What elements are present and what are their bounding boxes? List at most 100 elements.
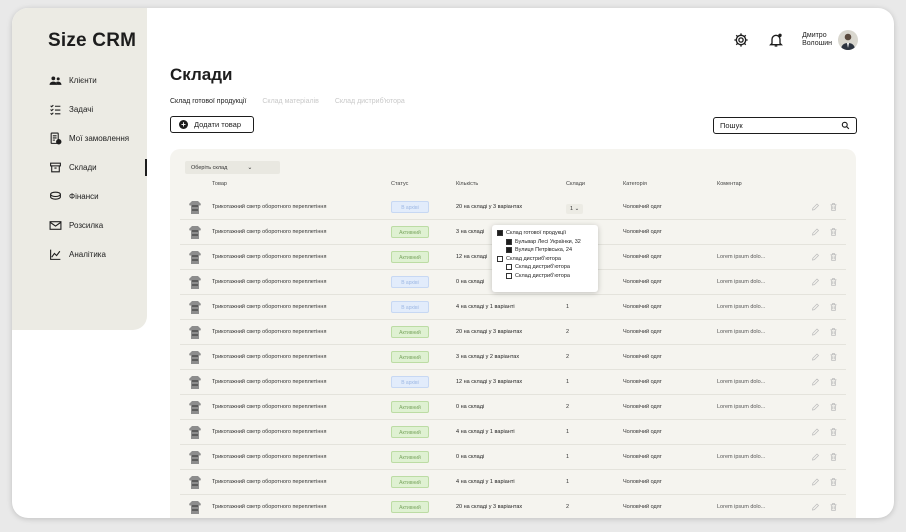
- table-row[interactable]: Трикотажний светр оборотного переплетінн…: [180, 470, 846, 495]
- edit-pencil-icon[interactable]: [811, 402, 820, 412]
- sidebar-item-warehouse[interactable]: Склади: [48, 153, 147, 182]
- tab-materials[interactable]: Склад матеріалів: [262, 98, 318, 105]
- checkbox[interactable]: [506, 238, 512, 245]
- edit-pencil-icon[interactable]: [811, 252, 820, 262]
- checklist-icon: [48, 103, 62, 117]
- delete-trash-icon[interactable]: [829, 327, 838, 337]
- header-product[interactable]: Товар: [212, 181, 227, 187]
- delete-trash-icon[interactable]: [829, 227, 838, 237]
- search-input[interactable]: Пошук: [713, 117, 857, 134]
- table-row[interactable]: Трикотажний светр оборотного переплетінн…: [180, 320, 846, 345]
- product-name[interactable]: Трикотажний светр оборотного переплетінн…: [212, 254, 326, 260]
- checkbox[interactable]: [506, 272, 512, 279]
- edit-pencil-icon[interactable]: [811, 202, 820, 212]
- edit-pencil-icon[interactable]: [811, 327, 820, 337]
- delete-trash-icon[interactable]: [829, 352, 838, 362]
- edit-pencil-icon[interactable]: [811, 302, 820, 312]
- warehouse-filter-option[interactable]: Склад дистриб'ютора: [497, 263, 593, 272]
- warehouse-dropdown[interactable]: 1 ⌄: [566, 204, 584, 214]
- edit-pencil-icon[interactable]: [811, 377, 820, 387]
- option-label: Склад готової продукції: [506, 230, 567, 237]
- product-name[interactable]: Трикотажний светр оборотного переплетінн…: [212, 504, 326, 510]
- status-label: Активний: [391, 251, 429, 263]
- product-name[interactable]: Трикотажний светр оборотного переплетінн…: [212, 479, 326, 485]
- warehouse-filter-option[interactable]: Вулиця Петрівська, 24: [497, 246, 593, 255]
- warehouse-filter-option[interactable]: Склад дистриб'ютора: [497, 255, 593, 264]
- table-row[interactable]: Трикотажний светр оборотного переплетінн…: [180, 445, 846, 470]
- delete-trash-icon[interactable]: [829, 452, 838, 462]
- delete-trash-icon[interactable]: [829, 202, 838, 212]
- comment: Lorem ipsum dolo...: [717, 329, 766, 335]
- table-row[interactable]: Трикотажний светр оборотного переплетінн…: [180, 370, 846, 395]
- quantity: 20 на складі у 3 варіантах: [456, 204, 523, 210]
- header-quantity[interactable]: Кількість: [456, 181, 478, 187]
- mail-icon: [48, 219, 62, 233]
- sidebar-item-orders[interactable]: Мої замовлення: [48, 124, 147, 153]
- product-name[interactable]: Трикотажний светр оборотного переплетінн…: [212, 429, 326, 435]
- table-row[interactable]: Трикотажний светр оборотного переплетінн…: [180, 420, 846, 445]
- table-row[interactable]: Трикотажний светр оборотного переплетінн…: [180, 395, 846, 420]
- warehouse-filter-option[interactable]: Склад готової продукції: [497, 229, 593, 238]
- sidebar-item-mail[interactable]: Розсилка: [48, 211, 147, 240]
- header-comment[interactable]: Коментар: [717, 181, 742, 187]
- header-category[interactable]: Категорія: [623, 181, 647, 187]
- sidebar-item-coins[interactable]: Фінанси: [48, 182, 147, 211]
- sidebar-item-analytics[interactable]: Аналітика: [48, 240, 147, 269]
- tab-finished-goods[interactable]: Склад готової продукції: [170, 98, 246, 105]
- tab-distributor[interactable]: Склад дистриб'ютора: [335, 98, 405, 105]
- product-name[interactable]: Трикотажний светр оборотного переплетінн…: [212, 454, 326, 460]
- edit-pencil-icon[interactable]: [811, 502, 820, 512]
- sidebar: Size CRM Клієнти Задачі Мої замовлення Скла…: [12, 8, 147, 330]
- table-row[interactable]: Трикотажний светр оборотного переплетінн…: [180, 495, 846, 518]
- edit-pencil-icon[interactable]: [811, 352, 820, 362]
- settings-gear-icon[interactable]: [732, 31, 750, 49]
- checkbox[interactable]: [497, 230, 503, 237]
- delete-trash-icon[interactable]: [829, 402, 838, 412]
- search-icon: [841, 121, 850, 130]
- edit-pencil-icon[interactable]: [811, 227, 820, 237]
- table-row[interactable]: Трикотажний светр оборотного переплетінн…: [180, 345, 846, 370]
- delete-trash-icon[interactable]: [829, 377, 838, 387]
- product-name[interactable]: Трикотажний светр оборотного переплетінн…: [212, 279, 326, 285]
- warehouse-filter-option[interactable]: Склад дистриб'ютора: [497, 272, 593, 281]
- sidebar-item-checklist[interactable]: Задачі: [48, 95, 147, 124]
- table-row[interactable]: Трикотажний светр оборотного переплетінн…: [180, 195, 846, 220]
- sidebar-item-users[interactable]: Клієнти: [48, 66, 147, 95]
- checkbox[interactable]: [506, 264, 512, 271]
- product-name[interactable]: Трикотажний светр оборотного переплетінн…: [212, 329, 326, 335]
- checkbox[interactable]: [497, 255, 503, 262]
- sidebar-item-label: Клієнти: [69, 76, 97, 85]
- status-badge: Активний: [391, 401, 429, 413]
- header-status[interactable]: Статус: [391, 181, 408, 187]
- category: Чоловічий одяг: [623, 429, 662, 435]
- product-name[interactable]: Трикотажний светр оборотного переплетінн…: [212, 304, 326, 310]
- checkbox[interactable]: [506, 247, 512, 254]
- chevron-down-icon: ⌄: [247, 165, 253, 171]
- product-name[interactable]: Трикотажний светр оборотного переплетінн…: [212, 404, 326, 410]
- delete-trash-icon[interactable]: [829, 252, 838, 262]
- avatar[interactable]: [838, 30, 858, 50]
- warehouse-filter-option[interactable]: Бульвар Лесі Українки, 32: [497, 238, 593, 247]
- delete-trash-icon[interactable]: [829, 477, 838, 487]
- edit-pencil-icon[interactable]: [811, 452, 820, 462]
- table-row[interactable]: Трикотажний светр оборотного переплетінн…: [180, 295, 846, 320]
- delete-trash-icon[interactable]: [829, 427, 838, 437]
- product-name[interactable]: Трикотажний светр оборотного переплетінн…: [212, 229, 326, 235]
- user-name[interactable]: Дмитро Волошин: [802, 32, 832, 48]
- edit-pencil-icon[interactable]: [811, 427, 820, 437]
- category: Чоловічий одяг: [623, 354, 662, 360]
- edit-pencil-icon[interactable]: [811, 477, 820, 487]
- add-product-button[interactable]: + Додати товар: [170, 116, 254, 133]
- delete-trash-icon[interactable]: [829, 502, 838, 512]
- delete-trash-icon[interactable]: [829, 277, 838, 287]
- edit-pencil-icon[interactable]: [811, 277, 820, 287]
- product-name[interactable]: Трикотажний светр оборотного переплетінн…: [212, 354, 326, 360]
- warehouse-select[interactable]: Оберіть склад ⌄: [185, 161, 280, 174]
- product-name[interactable]: Трикотажний светр оборотного переплетінн…: [212, 379, 326, 385]
- app-window: Size CRM Клієнти Задачі Мої замовлення Скла…: [12, 8, 894, 518]
- notification-bell-icon[interactable]: [767, 31, 785, 49]
- product-name[interactable]: Трикотажний светр оборотного переплетінн…: [212, 204, 326, 210]
- quantity: 0 на складі: [456, 279, 485, 285]
- delete-trash-icon[interactable]: [829, 302, 838, 312]
- header-warehouses[interactable]: Склади: [566, 181, 585, 187]
